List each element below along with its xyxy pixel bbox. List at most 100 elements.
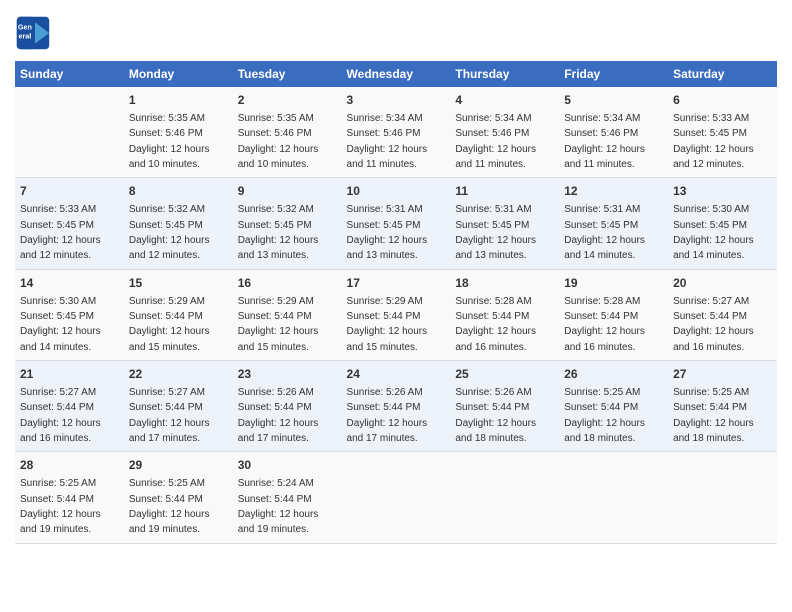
column-header-sunday: Sunday [15,61,124,87]
calendar-cell: 12 Sunrise: 5:31 AM Sunset: 5:45 PM Dayli… [559,178,668,269]
column-header-friday: Friday [559,61,668,87]
day-number: 5 [564,92,663,109]
calendar-cell: 20Sunrise: 5:27 AM Sunset: 5:44 PM Dayli… [668,269,777,360]
day-number: 12 [564,183,663,200]
day-number: 1 [129,92,228,109]
calendar-cell: 6Sunrise: 5:33 AM Sunset: 5:45 PM Daylig… [668,87,777,178]
day-info: Sunrise: 5:27 AM Sunset: 5:44 PM Dayligh… [129,387,210,444]
calendar-cell: 8 Sunrise: 5:32 AM Sunset: 5:45 PM Daylig… [124,178,233,269]
day-info: Sunrise: 5:24 AM Sunset: 5:44 PM Dayligh… [238,478,319,535]
day-info: Sunrise: 5:25 AM Sunset: 5:44 PM Dayligh… [129,478,210,535]
calendar-cell: 7 Sunrise: 5:33 AM Sunset: 5:45 PM Daylig… [15,178,124,269]
day-info: Sunrise: 5:29 AM Sunset: 5:44 PM Dayligh… [347,296,428,353]
day-info: Sunrise: 5:30 AM Sunset: 5:45 PM Dayligh… [673,204,754,261]
calendar-cell [450,452,559,543]
day-number: 26 [564,366,663,383]
day-number: 2 [238,92,337,109]
day-number: 11 [455,183,554,200]
calendar-cell: 26 Sunrise: 5:25 AM Sunset: 5:44 PM Dayli… [559,361,668,452]
calendar-cell [559,452,668,543]
calendar-cell: 9Sunrise: 5:32 AM Sunset: 5:45 PM Daylig… [233,178,342,269]
day-number: 18 [455,275,554,292]
column-header-wednesday: Wednesday [342,61,451,87]
day-info: Sunrise: 5:26 AM Sunset: 5:44 PM Dayligh… [238,387,319,444]
day-info: Sunrise: 5:34 AM Sunset: 5:46 PM Dayligh… [455,113,536,170]
day-info: Sunrise: 5:31 AM Sunset: 5:45 PM Dayligh… [347,204,428,261]
day-info: Sunrise: 5:28 AM Sunset: 5:44 PM Dayligh… [564,296,645,353]
column-header-saturday: Saturday [668,61,777,87]
calendar-cell: 22 Sunrise: 5:27 AM Sunset: 5:44 PM Dayli… [124,361,233,452]
day-number: 21 [20,366,119,383]
calendar-cell: 14Sunrise: 5:30 AM Sunset: 5:45 PM Dayli… [15,269,124,360]
day-info: Sunrise: 5:32 AM Sunset: 5:45 PM Dayligh… [129,204,210,261]
day-info: Sunrise: 5:25 AM Sunset: 5:44 PM Dayligh… [20,478,101,535]
calendar-cell: 15 Sunrise: 5:29 AM Sunset: 5:44 PM Dayli… [124,269,233,360]
column-header-monday: Monday [124,61,233,87]
day-number: 30 [238,457,337,474]
week-row-2: 7 Sunrise: 5:33 AM Sunset: 5:45 PM Daylig… [15,178,777,269]
logo-icon: Gen eral [15,15,51,51]
day-number: 25 [455,366,554,383]
day-number: 23 [238,366,337,383]
day-info: Sunrise: 5:25 AM Sunset: 5:44 PM Dayligh… [564,387,645,444]
day-info: Sunrise: 5:27 AM Sunset: 5:44 PM Dayligh… [20,387,101,444]
calendar-cell: 29 Sunrise: 5:25 AM Sunset: 5:44 PM Dayli… [124,452,233,543]
calendar-cell: 28Sunrise: 5:25 AM Sunset: 5:44 PM Dayli… [15,452,124,543]
day-number: 7 [20,183,119,200]
column-header-thursday: Thursday [450,61,559,87]
week-row-4: 21 Sunrise: 5:27 AM Sunset: 5:44 PM Dayli… [15,361,777,452]
day-number: 16 [238,275,337,292]
svg-text:eral: eral [19,31,32,40]
calendar-cell: 21 Sunrise: 5:27 AM Sunset: 5:44 PM Dayli… [15,361,124,452]
calendar-cell: 23 Sunrise: 5:26 AM Sunset: 5:44 PM Dayli… [233,361,342,452]
day-number: 10 [347,183,446,200]
day-info: Sunrise: 5:34 AM Sunset: 5:46 PM Dayligh… [347,113,428,170]
header: Gen eral [15,15,777,51]
logo: Gen eral [15,15,55,51]
day-info: Sunrise: 5:26 AM Sunset: 5:44 PM Dayligh… [455,387,536,444]
day-info: Sunrise: 5:29 AM Sunset: 5:44 PM Dayligh… [238,296,319,353]
calendar-cell: 30 Sunrise: 5:24 AM Sunset: 5:44 PM Dayli… [233,452,342,543]
day-info: Sunrise: 5:35 AM Sunset: 5:46 PM Dayligh… [238,113,319,170]
day-info: Sunrise: 5:33 AM Sunset: 5:45 PM Dayligh… [673,113,754,170]
calendar-cell [668,452,777,543]
calendar-cell: 18 Sunrise: 5:28 AM Sunset: 5:44 PM Dayli… [450,269,559,360]
calendar-cell: 11 Sunrise: 5:31 AM Sunset: 5:45 PM Dayli… [450,178,559,269]
calendar-cell: 2 Sunrise: 5:35 AM Sunset: 5:46 PM Daylig… [233,87,342,178]
calendar-cell: 19 Sunrise: 5:28 AM Sunset: 5:44 PM Dayli… [559,269,668,360]
calendar-cell: 27 Sunrise: 5:25 AM Sunset: 5:44 PM Dayli… [668,361,777,452]
day-info: Sunrise: 5:25 AM Sunset: 5:44 PM Dayligh… [673,387,754,444]
day-info: Sunrise: 5:26 AM Sunset: 5:44 PM Dayligh… [347,387,428,444]
calendar-cell: 4 Sunrise: 5:34 AM Sunset: 5:46 PM Daylig… [450,87,559,178]
day-number: 14 [20,275,119,292]
calendar-cell [342,452,451,543]
day-number: 3 [347,92,446,109]
week-row-1: 1 Sunrise: 5:35 AM Sunset: 5:46 PM Daylig… [15,87,777,178]
day-info: Sunrise: 5:32 AM Sunset: 5:45 PM Dayligh… [238,204,319,261]
day-number: 4 [455,92,554,109]
day-info: Sunrise: 5:31 AM Sunset: 5:45 PM Dayligh… [564,204,645,261]
day-info: Sunrise: 5:31 AM Sunset: 5:45 PM Dayligh… [455,204,536,261]
calendar-cell: 13Sunrise: 5:30 AM Sunset: 5:45 PM Dayli… [668,178,777,269]
day-info: Sunrise: 5:28 AM Sunset: 5:44 PM Dayligh… [455,296,536,353]
day-number: 27 [673,366,772,383]
day-number: 29 [129,457,228,474]
week-row-3: 14Sunrise: 5:30 AM Sunset: 5:45 PM Dayli… [15,269,777,360]
svg-text:Gen: Gen [18,22,32,31]
day-number: 8 [129,183,228,200]
day-info: Sunrise: 5:29 AM Sunset: 5:44 PM Dayligh… [129,296,210,353]
day-number: 22 [129,366,228,383]
day-number: 24 [347,366,446,383]
column-header-tuesday: Tuesday [233,61,342,87]
day-info: Sunrise: 5:34 AM Sunset: 5:46 PM Dayligh… [564,113,645,170]
day-info: Sunrise: 5:27 AM Sunset: 5:44 PM Dayligh… [673,296,754,353]
day-info: Sunrise: 5:35 AM Sunset: 5:46 PM Dayligh… [129,113,210,170]
calendar-cell: 10 Sunrise: 5:31 AM Sunset: 5:45 PM Dayli… [342,178,451,269]
day-info: Sunrise: 5:33 AM Sunset: 5:45 PM Dayligh… [20,204,101,261]
day-number: 15 [129,275,228,292]
day-number: 19 [564,275,663,292]
calendar-cell: 16 Sunrise: 5:29 AM Sunset: 5:44 PM Dayli… [233,269,342,360]
calendar-cell: 5 Sunrise: 5:34 AM Sunset: 5:46 PM Daylig… [559,87,668,178]
week-row-5: 28Sunrise: 5:25 AM Sunset: 5:44 PM Dayli… [15,452,777,543]
header-row: SundayMondayTuesdayWednesdayThursdayFrid… [15,61,777,87]
